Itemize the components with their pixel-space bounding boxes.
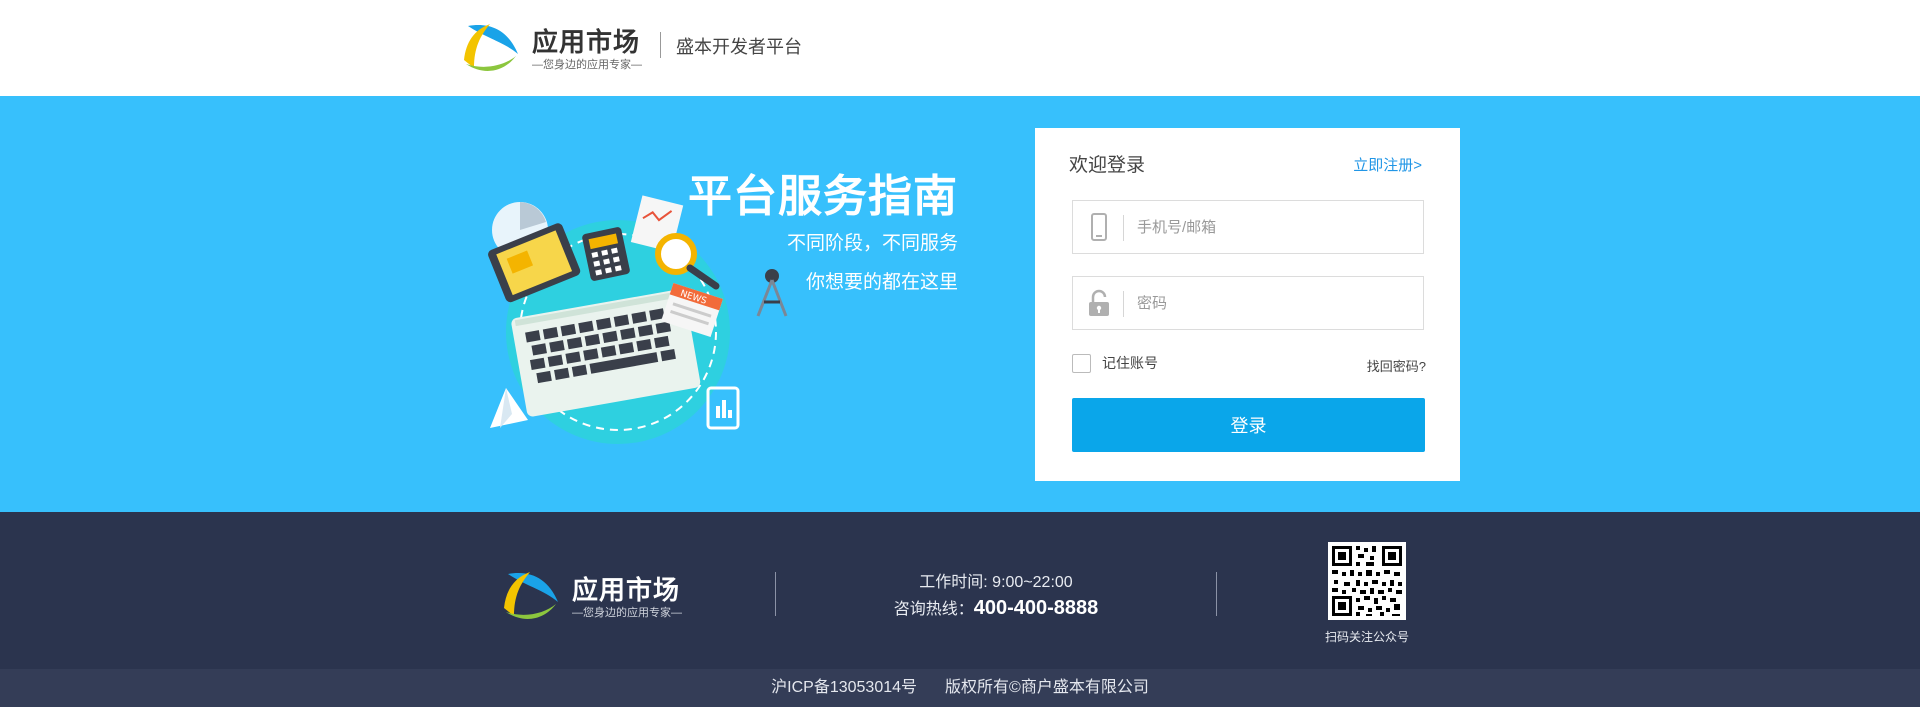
register-link[interactable]: 立即注册> <box>1353 154 1422 175</box>
qr-code-label: 扫码关注公众号 <box>1324 630 1409 644</box>
hero-title: 平台服务指南 <box>688 172 958 221</box>
hotline: 咨询热线：400-400-8888 <box>776 595 1216 620</box>
logo-subtitle: —您身边的应用专家— <box>532 59 642 71</box>
phone-email-input[interactable] <box>1137 201 1407 253</box>
hotline-label: 咨询热线： <box>893 601 974 618</box>
login-button[interactable]: 登录 <box>1072 398 1425 452</box>
footer-logo-subtitle: —您身边的应用专家— <box>572 607 682 619</box>
remember-label: 记住账号 <box>1102 355 1158 371</box>
hero-banner: NEWS 平台服务指南 不同阶段，不同服务 你想要的都在这里 欢迎登录 立即注册… <box>0 96 1920 512</box>
hero-tagline-1: 不同阶段，不同服务 <box>786 233 958 254</box>
logo-title: 应用市场 <box>532 27 641 57</box>
footer-logo-title: 应用市场 <box>572 575 681 605</box>
footer-logo[interactable]: 应用市场 —您身边的应用专家— <box>500 562 690 626</box>
field-separator <box>1123 215 1124 241</box>
working-hours: 工作时间: 9:00~22:00 <box>919 574 1073 591</box>
password-input[interactable] <box>1137 277 1407 329</box>
footer-divider <box>1216 572 1217 616</box>
platform-name: 盛本开发者平台 <box>676 37 802 57</box>
field-separator <box>1123 291 1124 317</box>
login-form: 欢迎登录 立即注册> 记住账号 找回密码? 登录 <box>1035 128 1460 481</box>
hotline-number: 400-400-8888 <box>973 597 1099 619</box>
top-header: 应用市场 —您身边的应用专家— 盛本开发者平台 <box>0 0 1920 96</box>
copyright-text: 沪ICP备13053014号 版权所有©商户盛本有限公司 <box>0 669 1920 707</box>
login-title: 欢迎登录 <box>1069 155 1146 176</box>
lock-icon <box>1089 289 1109 316</box>
qr-code-icon <box>1328 542 1406 620</box>
phone-icon <box>1091 213 1107 241</box>
copyright-bar: 沪ICP备13053014号 版权所有©商户盛本有限公司 <box>0 669 1920 707</box>
header-divider <box>660 32 661 58</box>
icp-number[interactable]: 沪ICP备13053014号 <box>771 679 917 696</box>
logo-mark-icon <box>504 572 558 619</box>
logo-mark-icon <box>464 24 518 71</box>
remember-account[interactable]: 记住账号 <box>1072 353 1158 373</box>
hero-tagline-2: 你想要的都在这里 <box>805 272 958 293</box>
copyright-owner: 版权所有©商户盛本有限公司 <box>945 679 1149 696</box>
remember-checkbox[interactable] <box>1072 353 1091 373</box>
header-logo[interactable]: 应用市场 —您身边的应用专家— <box>460 14 650 78</box>
hero-illustration: NEWS <box>488 195 788 444</box>
password-field[interactable] <box>1072 276 1424 330</box>
footer: 应用市场 —您身边的应用专家— 工作时间: 9:00~22:00 咨询热线：40… <box>0 512 1920 669</box>
forgot-password-link[interactable]: 找回密码? <box>1367 356 1426 375</box>
phone-email-field[interactable] <box>1072 200 1424 254</box>
